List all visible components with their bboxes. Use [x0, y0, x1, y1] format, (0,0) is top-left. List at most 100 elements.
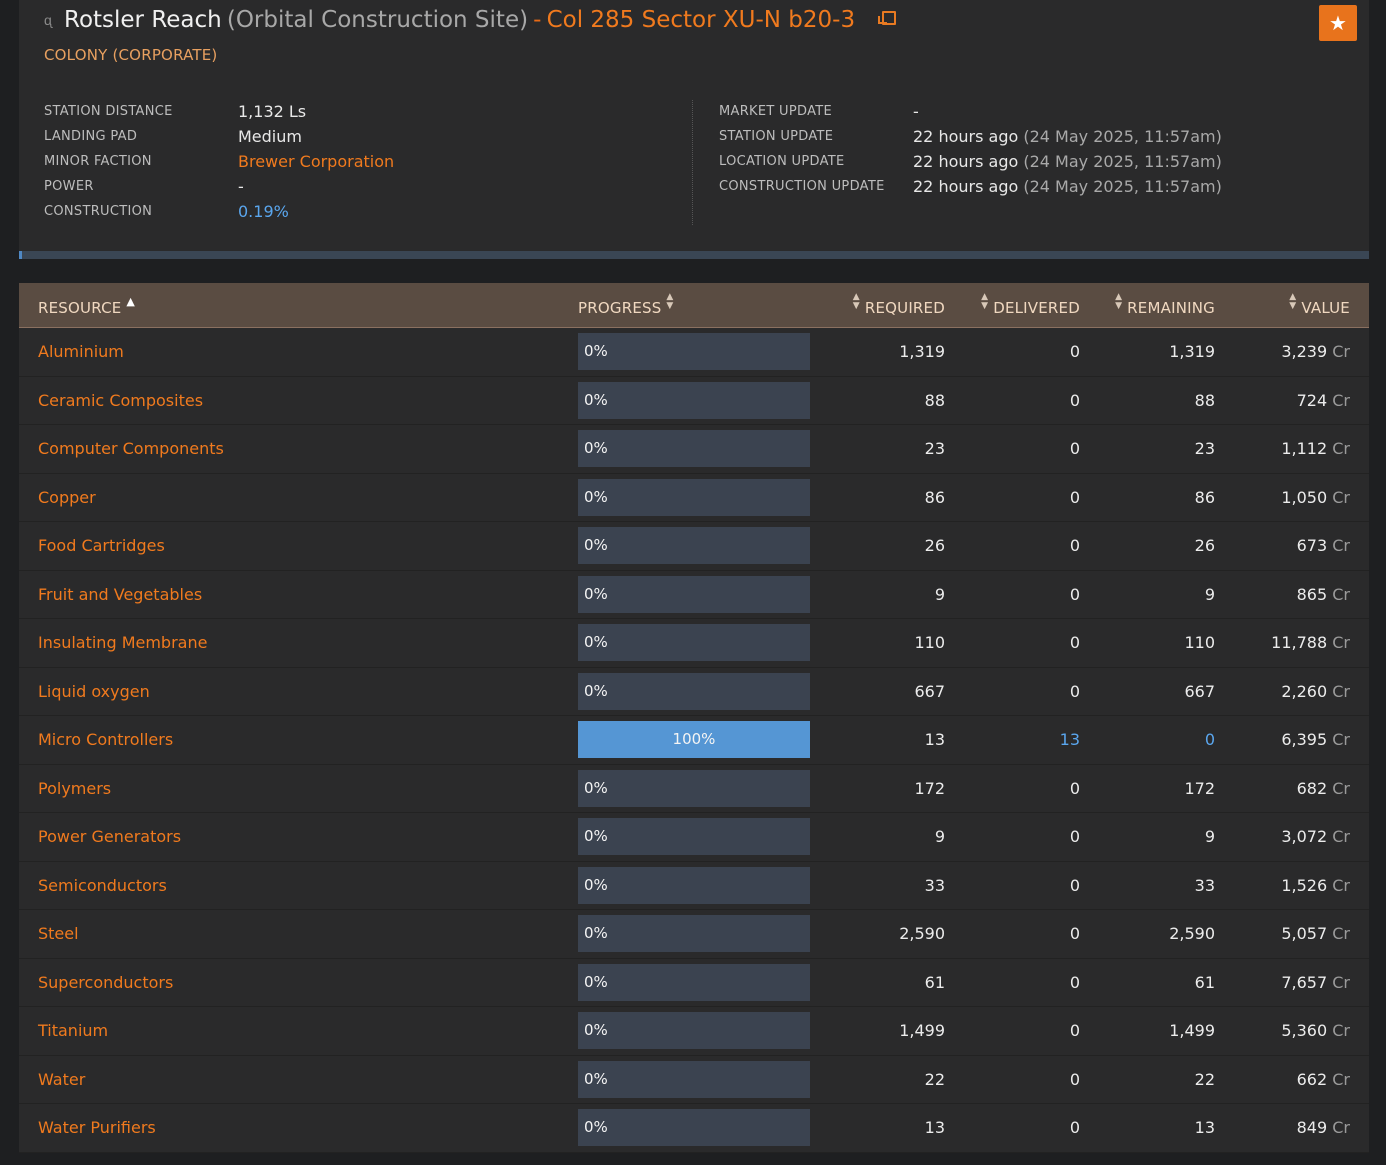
remaining-value: 2,590	[1169, 924, 1215, 943]
progress-label: 0%	[584, 1118, 608, 1136]
resource-link[interactable]: Fruit and Vegetables	[38, 571, 202, 618]
column-header-progress[interactable]: PROGRESS ▲ ▼	[578, 283, 674, 327]
column-header-required[interactable]: ▲ ▼ REQUIRED	[853, 283, 945, 327]
info-row-construction: CONSTRUCTION 0.19%	[44, 203, 694, 228]
resource-link[interactable]: Micro Controllers	[38, 716, 173, 763]
table-row: Ceramic Composites 0% 88 0 88 724 Cr	[19, 377, 1369, 425]
progress-label: 0%	[584, 536, 608, 554]
resource-link[interactable]: Semiconductors	[38, 862, 167, 909]
currency-unit: Cr	[1332, 681, 1350, 701]
resource-link[interactable]: Insulating Membrane	[38, 619, 207, 666]
resource-link[interactable]: Steel	[38, 910, 79, 957]
required-value: 110	[914, 633, 945, 652]
remaining-value: 23	[1194, 439, 1215, 458]
required-value: 61	[924, 972, 945, 992]
delivered-value: 0	[1069, 924, 1080, 943]
currency-unit: Cr	[1332, 875, 1350, 895]
remaining-value: 33	[1194, 875, 1215, 895]
resource-link[interactable]: Computer Components	[38, 425, 224, 472]
progress-label: 0%	[584, 342, 608, 360]
update-time: 22 hours ago	[913, 152, 1019, 171]
update-date: (24 May 2025, 11:57am)	[1023, 177, 1222, 196]
delivered-value: 0	[1069, 584, 1080, 604]
minor-faction-link[interactable]: Brewer Corporation	[238, 153, 394, 171]
value-amount: 682	[1296, 778, 1328, 798]
resource-link[interactable]: Liquid oxygen	[38, 668, 150, 715]
info-row-station-update: STATION UPDATE 22 hours ago (24 May 2025…	[719, 128, 1359, 153]
remaining-value: 26	[1194, 536, 1215, 555]
value-amount: 5,057	[1281, 924, 1328, 943]
value-cell: 11,788 Cr	[1271, 619, 1350, 666]
resource-link[interactable]: Titanium	[38, 1007, 108, 1054]
info-row-minor-faction: MINOR FACTION Brewer Corporation	[44, 153, 694, 178]
value-cell: 865 Cr	[1297, 571, 1350, 618]
external-link-icon[interactable]	[878, 11, 897, 25]
value-cell: 673 Cr	[1297, 522, 1350, 569]
column-header-delivered[interactable]: ▲ ▼ DELIVERED	[981, 283, 1080, 327]
currency-unit: Cr	[1332, 633, 1350, 652]
sort-icon: ▲ ▼	[1289, 292, 1297, 311]
column-header-remaining[interactable]: ▲ ▼ REMAINING	[1115, 283, 1215, 327]
progress-label: 0%	[584, 439, 608, 457]
table-row: Copper 0% 86 0 86 1,050 Cr	[19, 474, 1369, 522]
progress-bar: 0%	[578, 1109, 810, 1146]
info-row-distance: STATION DISTANCE 1,132 Ls	[44, 103, 694, 128]
info-row-location-update: LOCATION UPDATE 22 hours ago (24 May 202…	[719, 153, 1359, 178]
favorite-button[interactable]: ★	[1319, 5, 1357, 41]
remaining-value: 9	[1204, 827, 1215, 846]
delivered-value: 0	[1069, 1118, 1080, 1137]
progress-label: 0%	[584, 875, 608, 894]
resource-link[interactable]: Water	[38, 1056, 85, 1103]
required-value: 9	[934, 584, 945, 604]
progress-label: 0%	[584, 487, 608, 506]
resources-table: RESOURCE ▲ PROGRESS ▲ ▼ ▲ ▼ REQUIRED ▲ ▼ DE…	[19, 283, 1369, 1153]
required-value: 1,319	[899, 342, 945, 361]
resource-link[interactable]: Superconductors	[38, 959, 173, 1006]
sort-icon: ▲ ▼	[1115, 292, 1123, 311]
progress-bar: 0%	[578, 1012, 810, 1049]
resource-link[interactable]: Water Purifiers	[38, 1104, 156, 1151]
info-label: STATION UPDATE	[719, 129, 834, 144]
info-label: CONSTRUCTION	[44, 204, 153, 219]
value-cell: 3,239 Cr	[1281, 328, 1350, 375]
progress-label: 100%	[672, 730, 716, 748]
required-value: 9	[934, 827, 945, 846]
currency-unit: Cr	[1332, 972, 1350, 992]
value-cell: 2,260 Cr	[1281, 668, 1350, 715]
construction-progress-value: 0.19%	[238, 202, 289, 221]
delivered-value: 0	[1069, 875, 1080, 895]
resource-link[interactable]: Ceramic Composites	[38, 377, 203, 424]
resource-link[interactable]: Copper	[38, 474, 96, 521]
resource-link[interactable]: Power Generators	[38, 813, 181, 860]
update-time: 22 hours ago	[913, 177, 1019, 196]
progress-bar: 0%	[578, 866, 810, 904]
table-row: Steel 0% 2,590 0 2,590 5,057 Cr	[19, 910, 1369, 959]
remaining-value: 1,319	[1169, 342, 1215, 361]
progress-bar: 0%	[578, 915, 810, 952]
resource-link[interactable]: Polymers	[38, 765, 111, 812]
column-header-resource[interactable]: RESOURCE ▲	[38, 283, 135, 327]
delivered-value: 0	[1069, 439, 1080, 458]
info-value: 22 hours ago (24 May 2025, 11:57am)	[913, 178, 1222, 196]
table-row: Titanium 0% 1,499 0 1,499 5,360 Cr	[19, 1007, 1369, 1056]
progress-label: 0%	[584, 633, 608, 651]
table-row: Power Generators 0% 9 0 9 3,072 Cr	[19, 813, 1369, 862]
value-amount: 7,657	[1281, 972, 1328, 992]
required-value: 33	[924, 875, 945, 895]
value-amount: 673	[1296, 536, 1328, 555]
table-row: Micro Controllers 100% 13 13 0 6,395 Cr	[19, 716, 1369, 765]
delivered-value: 0	[1069, 633, 1080, 652]
column-label: DELIVERED	[993, 299, 1080, 317]
system-link[interactable]: Col 285 Sector XU-N b20-3	[547, 7, 856, 33]
column-header-value[interactable]: ▲ ▼ VALUE	[1289, 283, 1350, 327]
table-row: Food Cartridges 0% 26 0 26 673 Cr	[19, 522, 1369, 571]
value-cell: 5,057 Cr	[1281, 910, 1350, 957]
value-cell: 662 Cr	[1297, 1056, 1350, 1103]
progress-bar: 0%	[578, 672, 810, 710]
resource-link[interactable]: Aluminium	[38, 328, 124, 375]
info-row-power: POWER -	[44, 178, 694, 203]
column-label: VALUE	[1301, 299, 1350, 317]
progress-bar: 0%	[578, 963, 810, 1001]
progress-label: 0%	[584, 778, 608, 797]
resource-link[interactable]: Food Cartridges	[38, 522, 165, 569]
